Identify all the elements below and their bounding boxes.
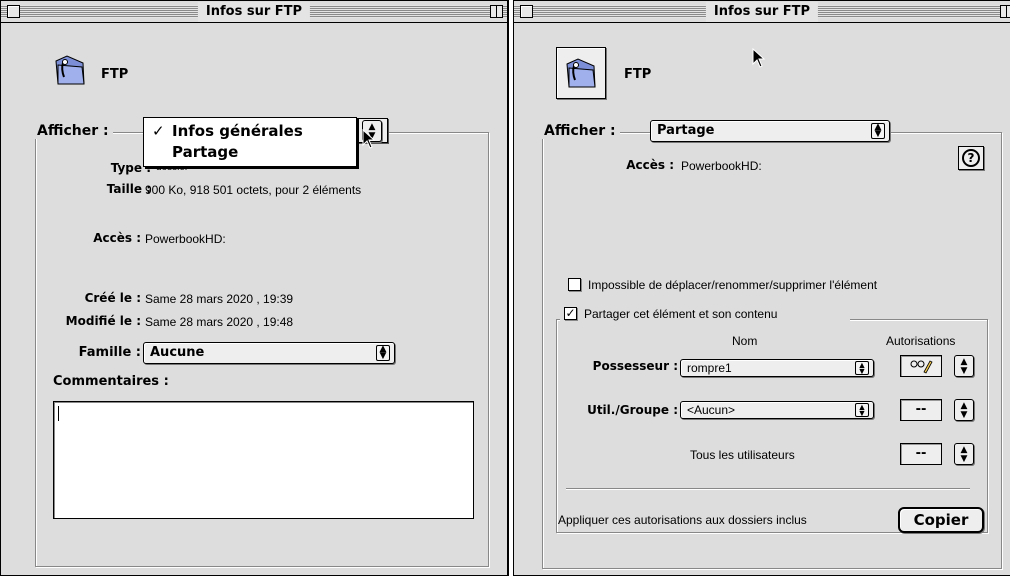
copy-button[interactable]: Copier <box>898 507 984 533</box>
owner-popup[interactable]: rompre1 ▲ ▼ <box>680 359 874 377</box>
family-value: Aucune <box>150 345 205 360</box>
type-label: Type : <box>110 161 151 175</box>
checkmark-icon: ✓ <box>152 122 165 140</box>
menu-item-general[interactable]: ✓ Infos générales <box>144 121 356 141</box>
created-value: Same 28 mars 2020 , 19:39 <box>145 292 294 306</box>
modified-value: Same 28 mars 2020 , 19:48 <box>145 315 294 329</box>
everyone-label: Tous les utilisateurs <box>690 448 795 462</box>
access-value: PowerbookHD: <box>145 232 226 246</box>
share-group <box>556 319 988 533</box>
access-label: Accès : <box>626 158 674 172</box>
folder-icon <box>566 58 596 88</box>
help-button[interactable]: ? <box>958 146 984 170</box>
title-bar[interactable]: Infos sur FTP <box>1 1 507 23</box>
size-value: 900 Ko, 918 501 octets, pour 2 éléments <box>145 183 362 197</box>
info-window-sharing: Infos sur FTP FTP Afficher : Partage ▲ ▼ … <box>513 0 1010 576</box>
group-label: Util./Groupe : <box>587 403 678 417</box>
item-name: FTP <box>624 67 652 82</box>
title-bar[interactable]: Infos sur FTP <box>514 1 1010 23</box>
show-label: Afficher : <box>33 123 113 139</box>
window-title: Infos sur FTP <box>197 2 311 22</box>
group-permission[interactable]: -- <box>900 399 942 421</box>
column-name-header: Nom <box>732 334 758 348</box>
text-caret <box>58 406 59 421</box>
close-box[interactable] <box>7 5 20 18</box>
comments-label: Commentaires : <box>53 374 169 389</box>
column-permissions-header: Autorisations <box>886 334 956 348</box>
group-permission-arrows-icon[interactable]: ▲ ▼ <box>954 399 974 421</box>
size-label: Taille : <box>106 182 151 196</box>
window-title: Infos sur FTP <box>705 2 819 22</box>
mouse-pointer-icon <box>752 48 766 68</box>
share-checkbox[interactable]: ✓ <box>564 307 577 320</box>
divider <box>566 488 970 489</box>
mouse-pointer-icon <box>362 129 376 149</box>
lock-checkbox-label: Impossible de déplacer/renommer/supprime… <box>588 278 878 292</box>
collapse-box[interactable] <box>1000 5 1010 18</box>
read-write-icon <box>910 360 933 374</box>
popup-arrows-icon: ▲ ▼ <box>871 123 885 139</box>
modified-label: Modifié le : <box>65 314 141 328</box>
owner-permission[interactable] <box>900 355 942 377</box>
menu-item-sharing[interactable]: Partage <box>144 142 356 162</box>
item-name: FTP <box>101 67 129 82</box>
owner-label: Possesseur : <box>592 359 678 373</box>
lock-checkbox[interactable] <box>568 278 581 291</box>
show-menu: ✓ Infos générales Partage <box>143 117 357 167</box>
access-value: PowerbookHD: <box>681 159 762 173</box>
everyone-permission[interactable]: -- <box>900 443 942 465</box>
help-icon: ? <box>962 149 980 167</box>
show-popup[interactable]: Partage ▲ ▼ <box>650 120 890 142</box>
popup-arrows-icon: ▲ ▼ <box>855 403 869 418</box>
show-label: Afficher : <box>540 123 620 139</box>
close-box[interactable] <box>520 5 533 18</box>
owner-value: rompre1 <box>687 361 732 375</box>
group-value: <Aucun> <box>687 403 736 417</box>
collapse-box[interactable] <box>490 5 503 18</box>
comments-field[interactable] <box>53 401 474 519</box>
folder-icon-well[interactable] <box>556 47 606 99</box>
access-label: Accès : <box>93 231 141 245</box>
popup-arrows-icon: ▲ ▼ <box>855 361 869 376</box>
popup-arrows-icon: ▲ ▼ <box>376 345 390 361</box>
family-popup[interactable]: Aucune ▲ ▼ <box>143 342 395 364</box>
folder-icon <box>55 55 85 85</box>
apply-label: Appliquer ces autorisations aux dossiers… <box>558 513 807 527</box>
family-label: Famille : <box>78 345 141 360</box>
show-value: Partage <box>657 123 715 138</box>
group-popup[interactable]: <Aucun> ▲ ▼ <box>680 401 874 419</box>
created-label: Créé le : <box>84 291 141 305</box>
share-checkbox-label: Partager cet élément et son contenu <box>584 307 778 321</box>
info-window-general: Infos sur FTP FTP Afficher : Type : doss… <box>0 0 508 576</box>
owner-permission-arrows-icon[interactable]: ▲ ▼ <box>954 355 974 377</box>
everyone-permission-arrows-icon[interactable]: ▲ ▼ <box>954 443 974 465</box>
